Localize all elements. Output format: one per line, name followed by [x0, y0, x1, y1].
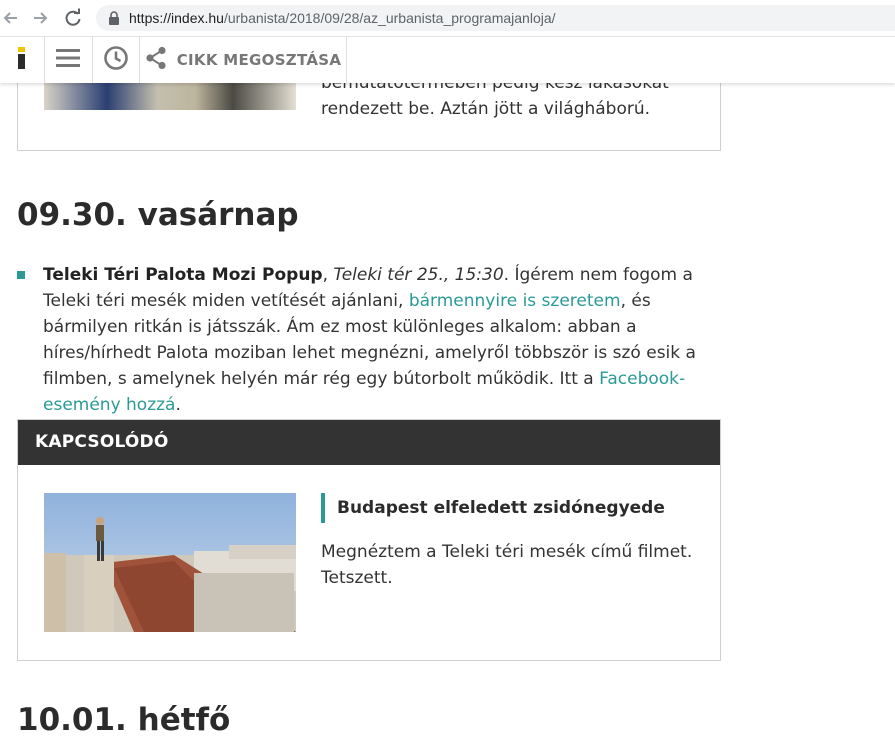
- reload-icon[interactable]: [62, 7, 84, 29]
- browser-toolbar: https://index.hu/urbanista/2018/09/28/az…: [0, 0, 895, 37]
- share-label: CIKK MEGOSZTÁSA: [176, 51, 342, 69]
- menu-button[interactable]: [44, 37, 93, 83]
- clock-icon: [103, 45, 129, 76]
- index-logo[interactable]: [0, 37, 45, 83]
- article-toolbar: CIKK MEGOSZTÁSA: [0, 37, 895, 83]
- related-header: KAPCSOLÓDÓ: [18, 420, 720, 465]
- address-bar[interactable]: https://index.hu/urbanista/2018/09/28/az…: [96, 5, 895, 31]
- bullet-icon: [17, 271, 25, 279]
- previous-program-image[interactable]: [44, 80, 296, 110]
- url-text: https://index.hu/urbanista/2018/09/28/az…: [129, 10, 556, 26]
- forward-icon[interactable]: [29, 7, 51, 29]
- related-card: KAPCSOLÓDÓ Budapest elfeledett zsidónegy…: [17, 419, 721, 661]
- related-article-description: Megnéztem a Teleki téri mesék című filme…: [321, 542, 693, 588]
- history-button[interactable]: [93, 37, 140, 83]
- day-heading-monday: 10.01. hétfő: [17, 702, 231, 738]
- program-title: Teleki Téri Palota Mozi Popup: [43, 265, 323, 285]
- menu-icon: [55, 48, 81, 73]
- link-barmennyire[interactable]: bármennyire is szeretem: [409, 291, 621, 311]
- lock-icon: [108, 11, 120, 30]
- back-icon[interactable]: [0, 7, 22, 29]
- day-heading-sunday: 09.30. vasárnap: [17, 197, 299, 233]
- program-location-time: Teleki tér 25., 15:30: [333, 265, 504, 285]
- share-button[interactable]: CIKK MEGOSZTÁSA: [140, 37, 347, 83]
- program-separator: ,: [322, 265, 334, 285]
- related-image[interactable]: [44, 493, 296, 632]
- logo-icon: [17, 46, 27, 74]
- program-item: Teleki Téri Palota Mozi Popup, Teleki té…: [17, 262, 722, 418]
- program-text-3: .: [175, 395, 181, 415]
- share-icon: [145, 46, 167, 75]
- related-article-title[interactable]: Budapest elfeledett zsidónegyede: [321, 493, 665, 523]
